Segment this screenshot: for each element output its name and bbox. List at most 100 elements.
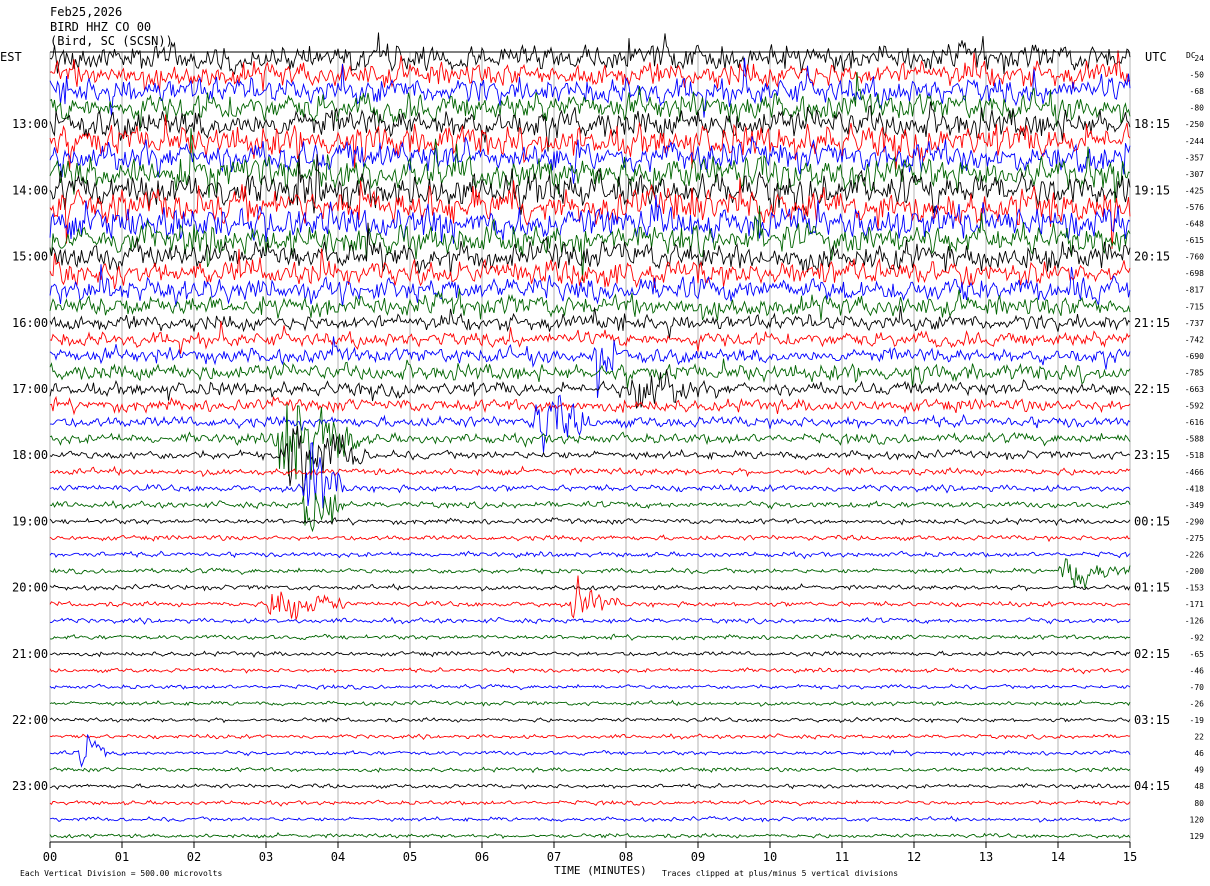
x-tick-label: 07 [547, 850, 561, 864]
left-hour-label: 18:00 [12, 448, 48, 462]
left-hour-label: 13:00 [12, 117, 48, 131]
right-hour-label: 01:15 [1134, 581, 1170, 595]
seismic-trace [49, 667, 1131, 675]
x-tick-label: 03 [259, 850, 273, 864]
dc-offset-label: -19 [1190, 716, 1205, 725]
left-hour-label: 22:00 [12, 713, 48, 727]
left-hour-label: 15:00 [12, 250, 48, 264]
dc-offset-label: 46 [1194, 749, 1204, 758]
dc-offset-label: -690 [1185, 352, 1204, 361]
dc-offset-label: -92 [1190, 633, 1205, 642]
x-tick-label: 13 [979, 850, 993, 864]
dc-offset-label: -418 [1185, 484, 1204, 493]
x-tick-label: 12 [907, 850, 921, 864]
dc-offset-label: -26 [1190, 699, 1205, 708]
dc-offset-label: 129 [1190, 832, 1205, 841]
dc-offset-label: -592 [1185, 402, 1204, 411]
x-tick-label: 02 [187, 850, 201, 864]
seismic-trace [49, 716, 1131, 724]
right-hour-label: 18:15 [1134, 117, 1170, 131]
left-hour-label: 21:00 [12, 647, 48, 661]
header-date: Feb25,2026 [50, 5, 122, 19]
dc-offset-label: -576 [1185, 203, 1204, 212]
dc-offset-label: -126 [1185, 617, 1204, 626]
dc-offset-label: -357 [1185, 153, 1204, 162]
dc-offset-label: -616 [1185, 418, 1204, 427]
seismic-trace [49, 492, 1131, 533]
right-hour-label: 02:15 [1134, 647, 1170, 661]
seismic-trace [49, 442, 1131, 509]
seismic-trace [49, 321, 1131, 354]
left-hour-label: 23:00 [12, 779, 48, 793]
dc-offset-label: -698 [1185, 269, 1204, 278]
header-location: (Bird, SC (SCSN)) [50, 34, 173, 48]
right-hour-label: 03:15 [1134, 713, 1170, 727]
seismic-trace [49, 369, 1131, 409]
seismic-trace [49, 288, 1131, 321]
seismic-trace [49, 101, 1131, 152]
x-tick-label: 09 [691, 850, 705, 864]
dc-offset-label: -518 [1185, 451, 1204, 460]
right-hour-label: 21:15 [1134, 316, 1170, 330]
right-hour-label: 00:15 [1134, 514, 1170, 528]
seismic-trace [49, 832, 1131, 840]
dc-offset-label: -648 [1185, 220, 1204, 229]
x-tick-label: 05 [403, 850, 417, 864]
x-tick-label: 11 [835, 850, 849, 864]
dc-offset-label: -742 [1185, 335, 1204, 344]
left-hour-label: 20:00 [12, 581, 48, 595]
x-tick-label: 00 [43, 850, 57, 864]
seismogram-chart: Feb25,2026 BIRD HHZ CO 00 (Bird, SC (SCS… [0, 5, 1205, 878]
left-timezone-label: EST [0, 50, 22, 64]
dc-offset-label: -171 [1185, 600, 1204, 609]
seismic-trace [49, 616, 1131, 625]
dc-offset-label: -425 [1185, 186, 1204, 195]
dc-offset-label: -244 [1185, 137, 1204, 146]
seismic-trace [49, 465, 1131, 478]
header-station: BIRD HHZ CO 00 [50, 20, 151, 34]
dc-offset-label: -760 [1185, 253, 1204, 262]
seismic-trace [49, 128, 1131, 203]
x-tick-label: 10 [763, 850, 777, 864]
x-tick-label: 15 [1123, 850, 1137, 864]
seismic-trace [49, 534, 1131, 543]
seismic-trace [49, 734, 1131, 768]
x-tick-label: 04 [331, 850, 345, 864]
right-hour-label: 23:15 [1134, 448, 1170, 462]
dc-offset-label: -50 [1190, 71, 1205, 80]
dc-offset-label: -68 [1190, 87, 1205, 96]
dc-offset-label: -588 [1185, 435, 1204, 444]
seismic-trace [49, 583, 1131, 592]
dc-offset-label: -290 [1185, 517, 1204, 526]
dc-offset-label: -46 [1190, 666, 1205, 675]
dc-offset-label: -785 [1185, 368, 1204, 377]
x-tick-label: 14 [1051, 850, 1065, 864]
right-hour-label: 20:15 [1134, 250, 1170, 264]
trace-group [49, 32, 1131, 840]
dc-offset-label: -737 [1185, 319, 1204, 328]
x-tick-label: 06 [475, 850, 489, 864]
dc-offset-label: -65 [1190, 650, 1205, 659]
seismic-trace [49, 403, 1131, 480]
dc-offset-label: -466 [1185, 468, 1204, 477]
right-timezone-label: UTC [1145, 50, 1167, 64]
dc-offset-label: -275 [1185, 534, 1204, 543]
dc-offset-label: -615 [1185, 236, 1204, 245]
dc-offset-label: 22 [1194, 733, 1204, 742]
right-hour-label: 22:15 [1134, 382, 1170, 396]
dc-offset-label: -80 [1190, 104, 1205, 113]
dc-offset-label: 24 [1194, 54, 1204, 63]
x-tick-label: 01 [115, 850, 129, 864]
dc-offset-label: 120 [1190, 815, 1205, 824]
seismic-trace [49, 517, 1131, 527]
dc-offset-label: 80 [1194, 799, 1204, 808]
left-hour-label: 17:00 [12, 382, 48, 396]
right-hour-label: 04:15 [1134, 779, 1170, 793]
dc-offset-label: -349 [1185, 501, 1204, 510]
seismic-trace [49, 782, 1131, 790]
seismic-trace [49, 799, 1131, 807]
dc-offset-label: -200 [1185, 567, 1204, 576]
seismic-trace [49, 558, 1131, 589]
footer-clip-note: Traces clipped at plus/minus 5 vertical … [662, 869, 898, 878]
dc-offset-label: -250 [1185, 120, 1204, 129]
